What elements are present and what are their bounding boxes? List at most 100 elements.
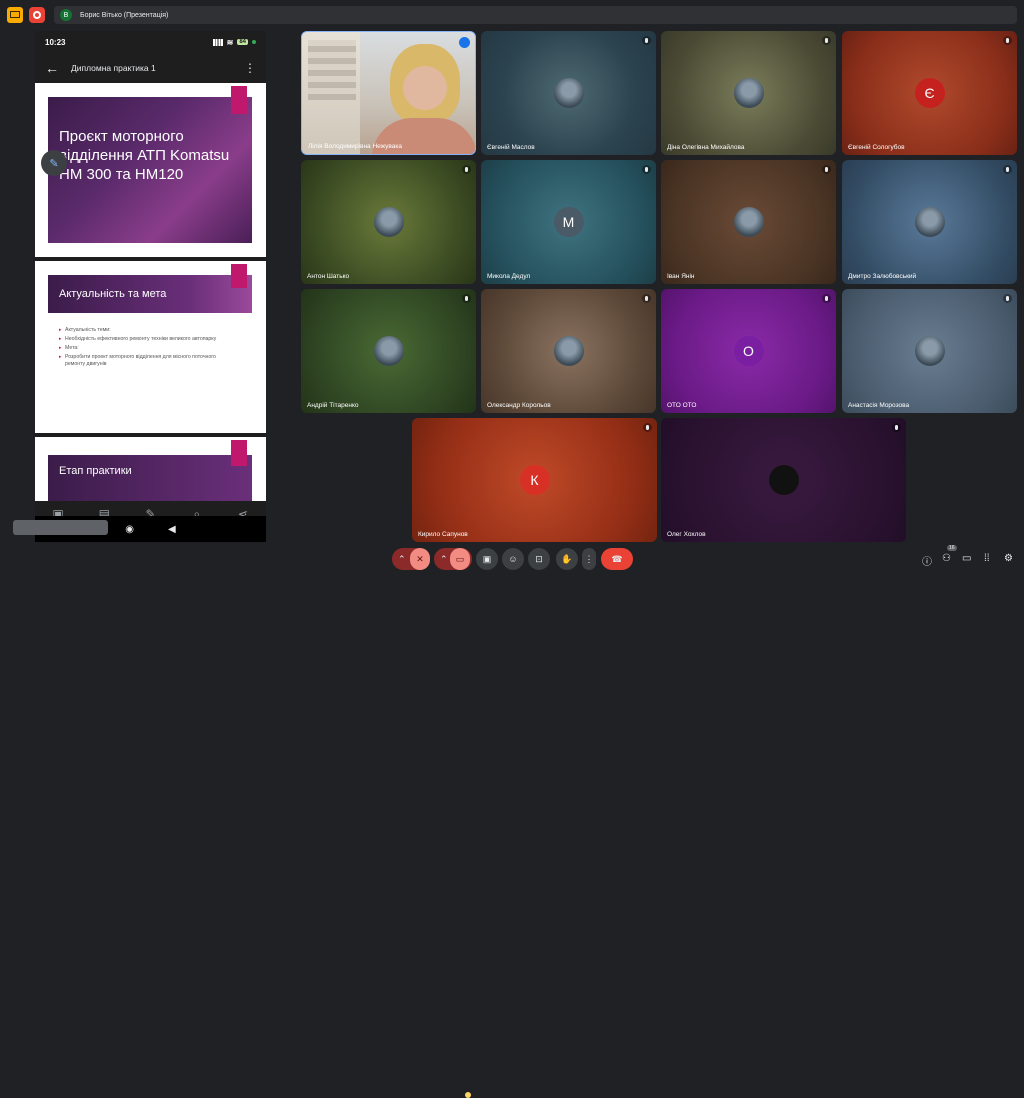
avatar xyxy=(553,78,584,108)
participant-tile[interactable]: Іван Янін xyxy=(661,160,836,284)
edit-fab-icon[interactable]: ✎ xyxy=(41,150,67,176)
participant-tile[interactable]: Антон Шатько xyxy=(301,160,476,284)
slide-title-band xyxy=(48,455,252,501)
slide-thumbnail-3[interactable]: Етап практики xyxy=(35,437,266,501)
participant-tile[interactable]: М Микола Дедул xyxy=(481,160,656,284)
participant-tile[interactable]: Олександр Корольов xyxy=(481,289,656,413)
home-icon[interactable]: ◉ xyxy=(125,524,134,535)
present-tab-icon[interactable] xyxy=(7,7,23,23)
mic-off-icon xyxy=(642,165,651,174)
participant-name: Діна Олегівна Михайлова xyxy=(667,144,745,151)
slide-2-title: Актуальність та мета xyxy=(59,288,167,300)
participant-tile[interactable]: О ОТО ОТО xyxy=(661,289,836,413)
slide-1-title: Проєкт моторного відділення АТП Komatsu … xyxy=(59,128,230,183)
avatar xyxy=(553,336,584,366)
raise-hand-button[interactable]: ✋ xyxy=(556,548,578,570)
back-arrow-icon[interactable]: ← xyxy=(45,60,71,76)
slide-accent-bar xyxy=(231,86,247,114)
participant-tile[interactable]: Андрій Тітаренко xyxy=(301,289,476,413)
people-count-badge: 16 xyxy=(947,545,957,551)
participant-name: Анастасія Морозова xyxy=(848,402,910,409)
host-controls-icon[interactable]: ⚙ xyxy=(1004,553,1013,564)
mic-off-icon xyxy=(822,36,831,45)
hand-icon: ✋ xyxy=(561,553,573,564)
participant-tile[interactable]: Дмитро Залюбовський xyxy=(842,160,1017,284)
participant-name: Іван Янін xyxy=(667,273,695,280)
participant-tile[interactable]: Олег Хохлов xyxy=(661,418,906,542)
camera-indicator-icon xyxy=(252,40,256,44)
more-options-icon[interactable]: ⋮ xyxy=(244,61,256,75)
avatar xyxy=(373,336,404,366)
slide-list[interactable]: Проєкт моторного відділення АТП Komatsu … xyxy=(35,83,266,501)
avatar: К xyxy=(519,465,550,495)
participant-name: Олег Хохлов xyxy=(667,531,706,538)
mic-off-icon xyxy=(642,36,651,45)
bullet-item: Актуальність теми: xyxy=(59,327,229,334)
mic-off-icon xyxy=(1003,294,1012,303)
mic-off-icon xyxy=(462,165,471,174)
slide-thumbnail-2[interactable]: Актуальність та мета Актуальність теми: … xyxy=(35,261,266,433)
participant-video xyxy=(390,44,460,124)
mic-off-icon xyxy=(643,423,652,432)
chat-icon[interactable]: ▭ xyxy=(962,553,971,564)
mic-off-icon xyxy=(462,294,471,303)
participant-name: Кирило Сапунов xyxy=(418,531,468,538)
document-title: Дипломна практика 1 xyxy=(71,63,156,73)
slides-app-bar: ← Дипломна практика 1 ⋮ xyxy=(35,53,266,83)
camera-toggle-button[interactable]: ▭ xyxy=(450,548,470,570)
participant-name: Микола Дедул xyxy=(487,273,531,280)
participant-name: Антон Шатько xyxy=(307,273,350,280)
mic-toggle-button[interactable]: ✕ xyxy=(410,548,430,570)
avatar xyxy=(768,465,799,495)
mic-off-icon xyxy=(1003,165,1012,174)
captions-button[interactable]: ▣ xyxy=(476,548,498,570)
leave-call-button[interactable]: ☎ xyxy=(601,548,633,570)
speaking-indicator-icon xyxy=(459,37,470,48)
participant-name: Дмитро Залюбовський xyxy=(848,273,917,280)
present-button[interactable]: ⊡ xyxy=(528,548,550,570)
record-icon[interactable] xyxy=(29,7,45,23)
present-screen-icon: ⊡ xyxy=(535,553,543,564)
presentation-title: Борис Вітько (Презентація) xyxy=(80,11,169,19)
back-icon[interactable]: ◀ xyxy=(168,524,176,535)
emoji-icon: ☺ xyxy=(508,554,518,564)
more-options-button[interactable]: ⋮ xyxy=(582,548,596,570)
avatar xyxy=(914,207,945,237)
camera-off-icon: ▭ xyxy=(455,553,465,564)
emoji-button[interactable]: ☺ xyxy=(502,548,524,570)
background-shelf xyxy=(308,40,356,100)
avatar: Є xyxy=(914,78,945,108)
meeting-controls: ⌃ ✕ ⌃ ▭ ▣ ☺ ⊡ ✋ ⋮ ☎ xyxy=(0,546,1024,1098)
participant-tile[interactable]: Є Євгеній Сологубов xyxy=(842,31,1017,155)
mic-off-icon: ✕ xyxy=(416,553,424,564)
warning-badge-icon xyxy=(465,1092,471,1098)
participant-tile[interactable]: Євгеній Маслов xyxy=(481,31,656,155)
mic-off-icon xyxy=(642,294,651,303)
participant-name: Лілія Володимирівна Нежувака xyxy=(308,143,402,150)
apps-icon[interactable]: ⁞⁞ xyxy=(984,553,990,564)
avatar xyxy=(733,207,764,237)
participant-tile[interactable]: К Кирило Сапунов xyxy=(412,418,657,542)
people-icon[interactable]: ⚇ xyxy=(942,553,951,564)
participant-name: ОТО ОТО xyxy=(667,402,697,409)
chevron-up-icon[interactable]: ⌃ xyxy=(440,554,448,565)
participant-tile[interactable]: Діна Олегівна Михайлова xyxy=(661,31,836,155)
phone-status-bar: 10:23 ≋ 84 xyxy=(35,31,266,53)
avatar: М xyxy=(553,207,584,237)
slide-thumbnail-1[interactable]: Проєкт моторного відділення АТП Komatsu … xyxy=(35,83,266,257)
phone-time: 10:23 xyxy=(45,37,66,47)
avatar xyxy=(914,336,945,366)
captions-icon: ▣ xyxy=(482,553,492,564)
presentation-title-bar: B Борис Вітько (Презентація) xyxy=(54,6,1017,24)
participant-tile[interactable]: Лілія Володимирівна Нежувака xyxy=(301,31,476,155)
slide-accent-bar xyxy=(231,264,247,288)
info-icon[interactable]: ⓘ xyxy=(922,553,932,568)
chevron-up-icon[interactable]: ⌃ xyxy=(398,554,406,565)
bullet-item: Розробити проект моторного відділення дл… xyxy=(59,354,229,368)
participant-tile[interactable]: Анастасія Морозова xyxy=(842,289,1017,413)
participant-name: Євгеній Сологубов xyxy=(848,144,905,151)
bullet-item: Мета: xyxy=(59,345,229,352)
avatar: О xyxy=(733,336,764,366)
presenter-name-placeholder xyxy=(13,520,108,535)
participant-name: Олександр Корольов xyxy=(487,402,551,409)
